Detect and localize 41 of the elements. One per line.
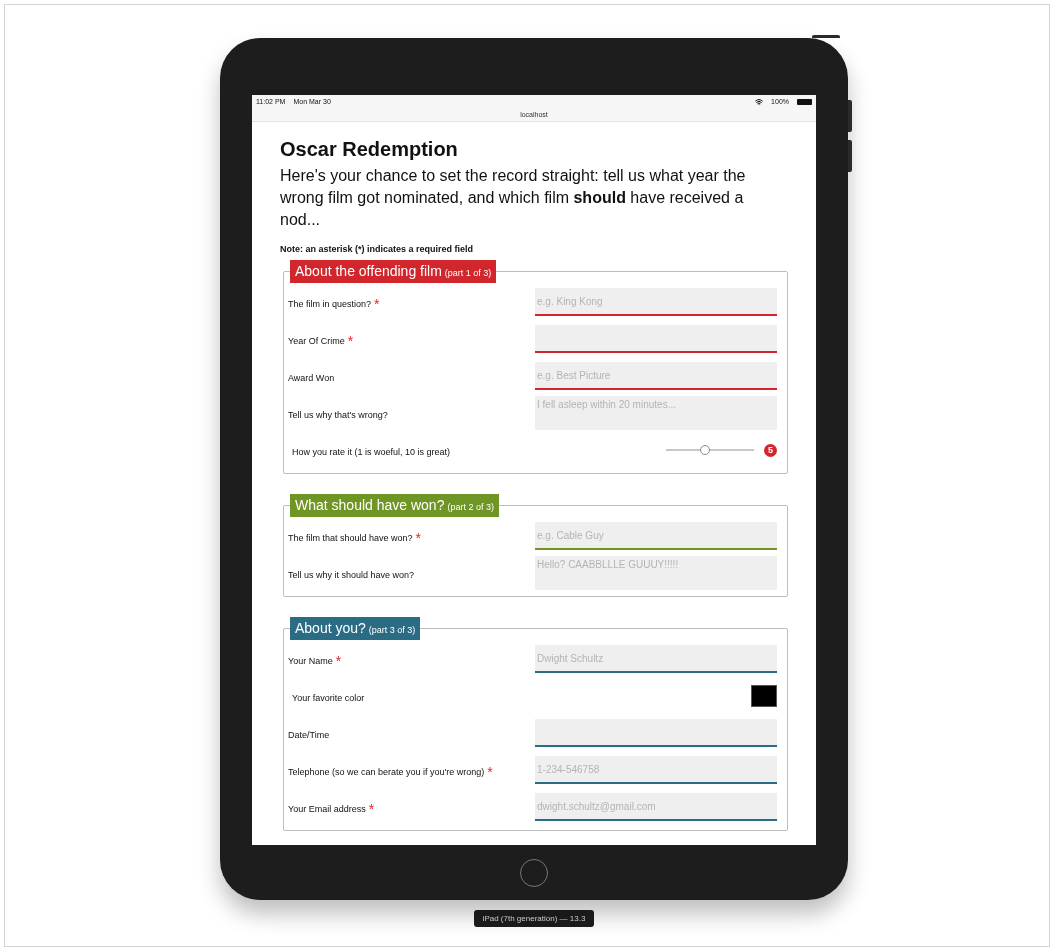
required-note: Note: an asterisk (*) indicates a required field — [280, 244, 475, 254]
intro-paragraph: Here's your chance to set the record straight: tell us what year the wrong film got nominated, and which film should have received a nod... — [280, 166, 747, 230]
section-title: What should have won? — [295, 497, 445, 513]
text-input-field[interactable]: 1-234-546758 — [535, 756, 777, 784]
text-input-field[interactable]: e.g. Cable Guy — [535, 522, 777, 550]
textarea-field[interactable]: Hello? CAABBLLLE GUUUY!!!!! — [535, 556, 777, 590]
field-label: Tell us why that's wrong? — [288, 410, 388, 420]
battery-icon — [797, 98, 812, 105]
text-input-field[interactable]: Dwight Schultz — [535, 645, 777, 673]
field-label: Telephone (so we can berate you if you're wrong) — [288, 767, 485, 777]
field-label: Tell us why it should have won? — [288, 570, 415, 580]
required-asterisk: * — [487, 767, 493, 777]
section-part: (part 2 of 3) — [447, 502, 494, 512]
field-label: Your favorite color — [291, 693, 365, 703]
section-title: About the offending film — [295, 263, 442, 279]
slider-thumb[interactable] — [699, 445, 710, 455]
required-asterisk: * — [335, 656, 342, 666]
section-title: About you? — [295, 620, 366, 636]
device-label: iPad (7th generation) — 13.3 — [473, 910, 595, 927]
page-title: Oscar Redemption — [280, 138, 459, 161]
required-asterisk: * — [368, 804, 375, 814]
field-label: Your Name — [288, 656, 333, 666]
section-part: (part 1 of 3) — [444, 268, 492, 278]
field-label: Your Email address — [288, 804, 366, 814]
field-label: How you rate it (1 is woeful, 10 is great) — [291, 447, 451, 457]
wifi-icon — [755, 97, 764, 106]
text-input-field[interactable] — [535, 325, 777, 353]
text-input-field[interactable]: dwight.schultz@gmail.com — [535, 793, 777, 821]
required-asterisk: * — [347, 336, 354, 346]
text-input-field[interactable]: e.g. Best Picture — [535, 362, 777, 390]
field-label: Year Of Crime — [288, 336, 345, 346]
text-input-field[interactable] — [535, 719, 777, 747]
field-label: The film that should have won? — [288, 533, 413, 543]
section-part: (part 3 of 3) — [368, 625, 416, 635]
field-label: Date/Time — [288, 730, 330, 740]
required-asterisk: * — [374, 299, 380, 309]
field-label: Award Won — [288, 373, 335, 383]
field-label: The film in question? — [288, 299, 372, 309]
required-asterisk: * — [415, 533, 422, 543]
rating-value: 5 — [764, 443, 777, 457]
color-swatch[interactable] — [751, 685, 777, 707]
